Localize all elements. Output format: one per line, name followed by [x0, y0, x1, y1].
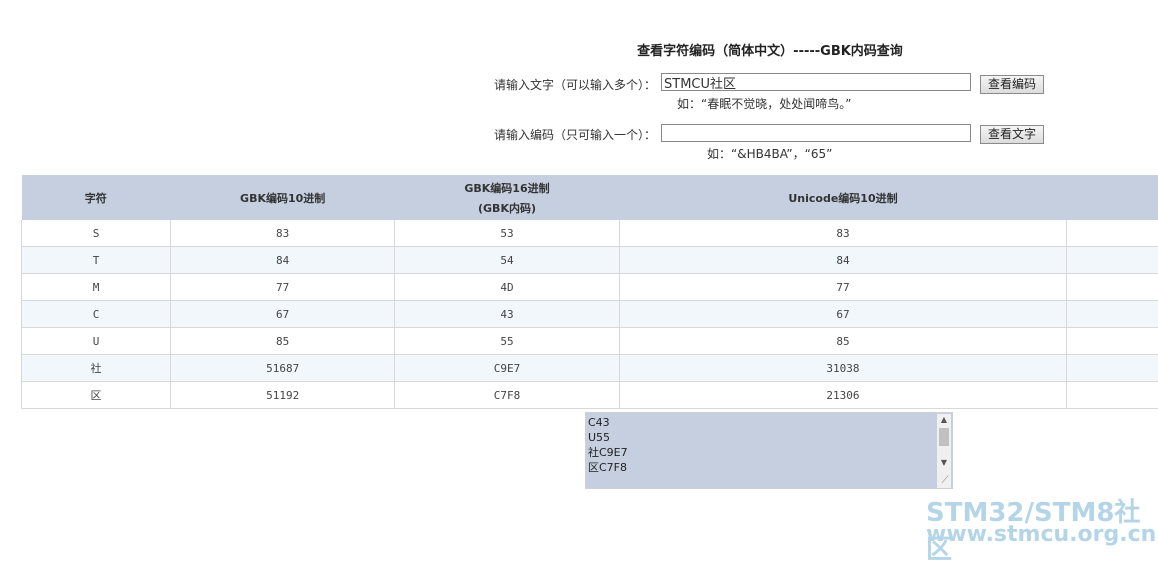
table-row: M 77 4D 77: [22, 274, 1158, 301]
output-line: 区C7F8: [588, 460, 952, 475]
cell-gbk10: 84: [171, 247, 395, 274]
code-input[interactable]: [661, 124, 971, 142]
table-row: U 85 55 85: [22, 328, 1158, 355]
cell-gbk10: 83: [171, 220, 395, 247]
table-row: C 67 43 67: [22, 301, 1158, 328]
encoding-table: 字符 GBK编码10进制 GBK编码16进制 (GBK内码) Unicode编码…: [21, 175, 1158, 409]
table-row: 区 51192 C7F8 21306: [22, 382, 1158, 409]
cell-char: 区: [22, 382, 171, 409]
scrollbar-thumb[interactable]: [939, 428, 949, 446]
cell-gbk16: 54: [395, 247, 619, 274]
cell-char: U: [22, 328, 171, 355]
cell-gbk10: 77: [171, 274, 395, 301]
page-title: 查看字符编码（简体中文）-----GBK内码查询: [560, 40, 980, 59]
cell-gbk10: 51687: [171, 355, 395, 382]
text-input[interactable]: [661, 73, 971, 91]
view-code-button[interactable]: 查看编码: [980, 75, 1044, 94]
cell-extra: [1067, 247, 1158, 274]
header-gbk16: GBK编码16进制 (GBK内码): [395, 175, 619, 220]
code-input-label: 请输入编码（只可输入一个）：: [440, 126, 656, 143]
output-line: C43: [588, 415, 952, 430]
cell-char: S: [22, 220, 171, 247]
table-header-row: 字符 GBK编码10进制 GBK编码16进制 (GBK内码) Unicode编码…: [22, 175, 1158, 220]
text-input-hint: 如：“春眠不觉晓，处处闻啼鸟。”: [677, 95, 851, 112]
output-line: 社C9E7: [588, 445, 952, 460]
text-input-label: 请输入文字（可以输入多个）：: [440, 76, 656, 93]
output-textarea[interactable]: C43 U55 社C9E7 区C7F8 ▲ ▼ ⟋: [585, 412, 953, 489]
cell-extra: [1067, 220, 1158, 247]
header-gbk16-line2: (GBK内码): [395, 200, 618, 216]
cell-gbk16: 55: [395, 328, 619, 355]
cell-char: M: [22, 274, 171, 301]
cell-gbk10: 67: [171, 301, 395, 328]
cell-gbk10: 85: [171, 328, 395, 355]
cell-unicode10: 84: [619, 247, 1067, 274]
cell-extra: [1067, 301, 1158, 328]
watermark-url: www.stmcu.org.cn: [926, 522, 1156, 547]
cell-unicode10: 77: [619, 274, 1067, 301]
cell-extra: [1067, 274, 1158, 301]
cell-gbk10: 51192: [171, 382, 395, 409]
header-gbk10: GBK编码10进制: [171, 175, 395, 220]
view-text-button[interactable]: 查看文字: [980, 125, 1044, 144]
cell-gbk16: 43: [395, 301, 619, 328]
cell-extra: [1067, 355, 1158, 382]
code-input-hint: 如：“&HB4BA”，“65”: [707, 145, 832, 162]
header-char: 字符: [22, 175, 171, 220]
header-unicode10: Unicode编码10进制: [619, 175, 1067, 220]
cell-char: C: [22, 301, 171, 328]
cell-extra: [1067, 382, 1158, 409]
cell-unicode10: 83: [619, 220, 1067, 247]
resize-grip-icon[interactable]: ⟋: [938, 474, 952, 488]
cell-gbk16: C7F8: [395, 382, 619, 409]
cell-unicode10: 31038: [619, 355, 1067, 382]
cell-unicode10: 85: [619, 328, 1067, 355]
output-line: U55: [588, 430, 952, 445]
cell-gbk16: 4D: [395, 274, 619, 301]
table-row: 社 51687 C9E7 31038: [22, 355, 1158, 382]
scroll-down-arrow-icon[interactable]: ▼: [937, 457, 951, 469]
table-row: T 84 54 84: [22, 247, 1158, 274]
cell-extra: [1067, 328, 1158, 355]
header-extra: [1067, 175, 1158, 220]
scroll-up-arrow-icon[interactable]: ▲: [937, 414, 951, 426]
cell-char: 社: [22, 355, 171, 382]
header-gbk16-line1: GBK编码16进制: [395, 180, 618, 196]
cell-unicode10: 21306: [619, 382, 1067, 409]
cell-char: T: [22, 247, 171, 274]
cell-gbk16: 53: [395, 220, 619, 247]
table-row: S 83 53 83: [22, 220, 1158, 247]
cell-gbk16: C9E7: [395, 355, 619, 382]
cell-unicode10: 67: [619, 301, 1067, 328]
